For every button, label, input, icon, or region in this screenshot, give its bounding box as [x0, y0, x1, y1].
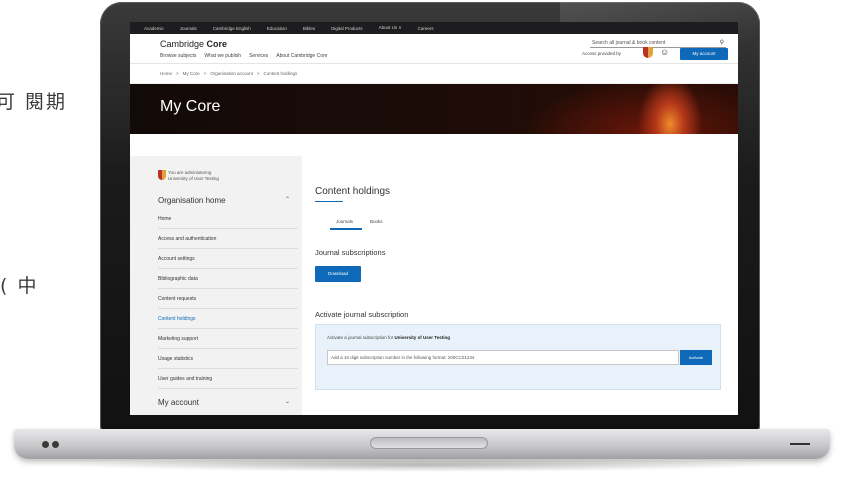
sidebar-footer-title: My account: [158, 398, 199, 407]
tab-books[interactable]: Books: [370, 219, 383, 224]
laptop-shadow: [70, 458, 770, 472]
stage: 可 閱期 ( 中 Academic Journals Cambridge Eng…: [0, 0, 842, 479]
indicator-light: [42, 441, 49, 448]
topnav-item-careers[interactable]: Careers: [418, 26, 434, 31]
title-underline: [315, 201, 343, 202]
activate-subscription-panel: Activate a journal subscription for Univ…: [315, 324, 721, 390]
indicator-light: [52, 441, 59, 448]
user-icon[interactable]: ☺: [660, 47, 670, 58]
university-crest-icon: [158, 170, 166, 180]
search-icon[interactable]: ⚲: [720, 38, 724, 48]
sidebar-item-user-guides[interactable]: User guides and training: [158, 376, 298, 389]
subnav-about[interactable]: About Cambridge Core: [276, 53, 327, 59]
journal-subscriptions-heading: Journal subscriptions: [315, 248, 386, 257]
administering-notice: You are administering University of User…: [168, 170, 219, 182]
activate-instructions: Activate a journal subscription for Univ…: [327, 335, 450, 340]
download-button[interactable]: Download: [315, 266, 361, 282]
base-line-mark: [790, 443, 810, 445]
laptop-screen: Academic Journals Cambridge English Educ…: [130, 22, 738, 415]
chevron-up-icon: ⌃: [284, 197, 290, 203]
access-provided-by: Access provided by: [582, 51, 622, 56]
sidebar-section-organisation-home[interactable]: Organisation home ⌃: [158, 196, 298, 205]
subnav-services[interactable]: Services: [249, 53, 268, 59]
sidebar-item-content-requests[interactable]: Content requests: [158, 296, 298, 309]
background-text-1: 可 閱期: [0, 91, 68, 113]
breadcrumb-separator: >: [256, 71, 260, 76]
sidebar-section-my-account[interactable]: My account ⌄: [158, 398, 298, 407]
search-placeholder: Search all journal & book content: [592, 40, 666, 46]
logo-light-text: Cambridge: [160, 39, 207, 49]
page-title: My Core: [160, 98, 221, 115]
main-panel: Content holdings Journals Books Journal …: [302, 156, 738, 415]
university-crest-icon: [643, 47, 653, 58]
site-header: Cambridge Core Search all journal & book…: [130, 34, 738, 64]
activate-button[interactable]: Activate: [680, 350, 712, 365]
hero-banner: My Core: [130, 84, 738, 134]
topnav-item-bibles[interactable]: Bibles: [303, 26, 315, 31]
breadcrumb-separator: >: [203, 71, 207, 76]
chevron-down-icon: ⌄: [284, 399, 290, 405]
content-area: You are administering University of User…: [130, 156, 738, 415]
sidebar-item-account-settings[interactable]: Account settings: [158, 256, 298, 269]
topnav-item-academic[interactable]: Academic: [144, 26, 164, 31]
activate-subscription-heading: Activate journal subscription: [315, 310, 409, 319]
sidebar-item-usage-statistics[interactable]: Usage statistics: [158, 356, 298, 369]
subnav-what-we-publish[interactable]: What we publish: [204, 53, 241, 59]
activate-text-prefix: Activate a journal subscription for: [327, 335, 395, 340]
my-account-button[interactable]: My account: [680, 48, 728, 60]
topnav-item-journals[interactable]: Journals: [180, 26, 197, 31]
sub-navigation: Browse subjects What we publish Services…: [160, 53, 327, 59]
breadcrumb-home[interactable]: Home: [160, 71, 172, 76]
activate-text-organisation: University of User Testing: [394, 335, 450, 340]
breadcrumb-content-holdings: Content holdings: [263, 71, 298, 76]
topnav-item-about-us[interactable]: About Us ∨: [379, 25, 402, 31]
logo-bold-text: Core: [206, 39, 228, 49]
sidebar-item-bibliographic-data[interactable]: Bibliographic data: [158, 276, 298, 289]
content-holdings-title: Content holdings: [315, 186, 391, 197]
cambridge-core-logo[interactable]: Cambridge Core: [160, 39, 227, 49]
sidebar: You are administering University of User…: [130, 156, 302, 415]
top-navigation: Academic Journals Cambridge English Educ…: [130, 22, 738, 34]
laptop-hinge-notch: [370, 437, 488, 449]
active-tab-indicator: [330, 228, 362, 230]
topnav-item-digital-products[interactable]: Digital Products: [331, 26, 363, 31]
breadcrumb-my-core[interactable]: My Core: [183, 71, 200, 76]
topnav-item-cambridge-english[interactable]: Cambridge English: [213, 26, 251, 31]
subnav-browse-subjects[interactable]: Browse subjects: [160, 53, 196, 59]
topnav-item-education[interactable]: Education: [267, 26, 287, 31]
background-text-2: ( 中: [0, 275, 39, 297]
sidebar-section-title: Organisation home: [158, 196, 226, 205]
organisation-name: University of User Testing: [168, 176, 219, 181]
sidebar-item-marketing-support[interactable]: Marketing support: [158, 336, 298, 349]
subscription-number-input[interactable]: Add a 10 digit subscription number in th…: [327, 350, 679, 365]
breadcrumb-separator: >: [176, 71, 179, 76]
sidebar-item-content-holdings[interactable]: Content holdings: [158, 316, 298, 329]
breadcrumb: Home > My Core > Organisation account > …: [130, 64, 738, 84]
sidebar-item-access[interactable]: Access and authentication: [158, 236, 298, 249]
sidebar-item-home[interactable]: Home: [158, 216, 298, 229]
tab-journals[interactable]: Journals: [336, 219, 353, 224]
subscription-input-placeholder: Add a 10 digit subscription number in th…: [331, 355, 475, 360]
breadcrumb-organisation-account[interactable]: Organisation account: [210, 71, 253, 76]
search-input[interactable]: Search all journal & book content ⚲: [590, 38, 726, 48]
